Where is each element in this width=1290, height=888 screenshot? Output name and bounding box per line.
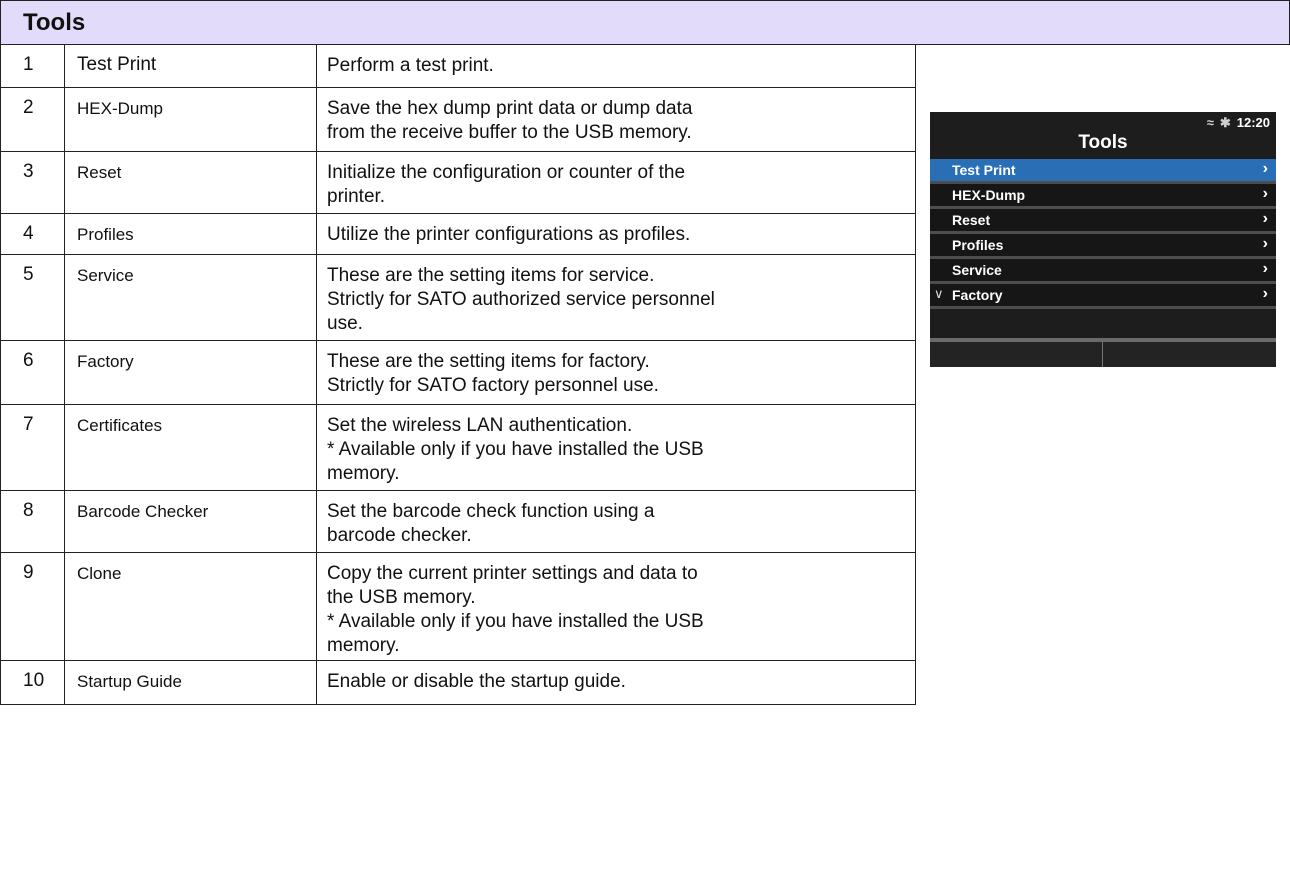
description-line: use. [327,313,363,334]
description-line: the USB memory. [327,587,476,608]
menu-item-hex-dump[interactable]: HEX-Dump › [930,184,1276,209]
row-name: Reset [64,151,317,214]
menu-item-label: Profiles [952,237,1004,253]
description-line: Enable or disable the startup guide. [327,671,626,692]
row-description: Utilize the printer configurations as pr… [316,213,916,255]
description-line: These are the setting items for factory. [327,351,650,372]
row-name: Test Print [64,44,317,88]
row-name: Clone [64,552,317,661]
table-row: 9 Clone Copy the current printer settings … [0,552,916,661]
status-bar: ≈ ✱ 12:20 [1207,115,1270,131]
row-number: 6 [0,340,65,405]
chevron-right-icon: › [1262,235,1268,252]
row-number: 3 [0,151,65,214]
menu-item-label: Factory [952,287,1003,303]
row-number: 8 [0,490,65,553]
row-description: Perform a test print. [316,44,916,88]
chevron-right-icon: › [1262,210,1268,227]
row-number: 9 [0,552,65,661]
description-line: * Available only if you have installed t… [327,611,704,632]
row-description: Set the barcode check function using a ba… [316,490,916,553]
description-line: memory. [327,463,400,484]
menu-item-label: Test Print [952,162,1016,178]
description-line: Strictly for SATO factory personnel use. [327,375,659,396]
table-row: 6 Factory These are the setting items for … [0,340,916,405]
description-line: memory. [327,635,400,656]
row-number: 5 [0,254,65,341]
description-line: from the receive buffer to the USB memor… [327,122,692,143]
description-line: These are the setting items for service. [327,265,655,286]
menu-item-label: HEX-Dump [952,187,1026,203]
row-description: Set the wireless LAN authentication. * Av… [316,404,916,491]
menu-item-reset[interactable]: Reset › [930,209,1276,234]
table-row: 8 Barcode Checker Set the barcode check fu… [0,490,916,553]
row-description: Initialize the configuration or counter … [316,151,916,214]
description-line: printer. [327,186,386,207]
menu-list: Test Print › HEX-Dump › Reset › Profiles › Servi… [930,159,1276,309]
chevron-right-icon: › [1262,260,1268,277]
table-row: 2 HEX-Dump Save the hex dump print data or… [0,87,916,152]
table-row: 3 Reset Initialize the configuration or co… [0,151,916,214]
row-description: Copy the current printer settings and da… [316,552,916,661]
description-line: * Available only if you have installed t… [327,439,704,460]
table-row: 4 Profiles Utilize the printer configurati… [0,213,916,255]
status-time: 12:20 [1236,115,1270,130]
bluetooth-icon: ✱ [1219,115,1231,130]
printer-screen: ≈ ✱ 12:20 Tools Test Print › HEX-Dump › Reset ›… [930,112,1276,367]
wifi-icon: ≈ [1206,115,1214,130]
row-name: Profiles [64,213,317,255]
chevron-down-icon: ∨ [934,286,944,301]
menu-item-profiles[interactable]: Profiles › [930,234,1276,259]
softkey-divider [1102,342,1103,367]
description-line: Utilize the printer configurations as pr… [327,224,691,245]
menu-item-label: Reset [952,212,991,228]
screen-title: Tools [1078,132,1128,153]
table-row: 5 Service These are the setting items for … [0,254,916,341]
menu-item-factory[interactable]: ∨ Factory › [930,284,1276,309]
row-number: 7 [0,404,65,491]
table-row: 1 Test Print Perform a test print. [0,44,916,88]
section-title: Tools [23,9,86,36]
softkey-bar[interactable] [930,338,1276,367]
row-number: 4 [0,213,65,255]
description-line: Initialize the configuration or counter … [327,162,686,183]
menu-item-service[interactable]: Service › [930,259,1276,284]
description-line: Perform a test print. [327,55,494,76]
row-name: Factory [64,340,317,405]
chevron-right-icon: › [1262,160,1268,177]
table-row: 7 Certificates Set the wireless LAN authen… [0,404,916,491]
description-line: Save the hex dump print data or dump dat… [327,98,693,119]
row-description: Save the hex dump print data or dump dat… [316,87,916,152]
row-description: Enable or disable the startup guide. [316,660,916,705]
row-name: Startup Guide [64,660,317,705]
row-description: These are the setting items for service.… [316,254,916,341]
row-description: These are the setting items for factory.… [316,340,916,405]
description-line: Strictly for SATO authorized service per… [327,289,715,310]
menu-item-test-print[interactable]: Test Print › [930,159,1276,184]
chevron-right-icon: › [1262,285,1268,302]
menu-item-label: Service [952,262,1002,278]
description-line: Set the barcode check function using a [327,501,655,522]
description-line: Set the wireless LAN authentication. [327,415,633,436]
row-name: Barcode Checker [64,490,317,553]
description-line: Copy the current printer settings and da… [327,563,698,584]
row-number: 10 [0,660,65,705]
section-header: Tools [0,0,1290,45]
row-number: 2 [0,87,65,152]
row-name: HEX-Dump [64,87,317,152]
row-name: Certificates [64,404,317,491]
table-row: 10 Startup Guide Enable or disable the sta… [0,660,916,705]
description-line: barcode checker. [327,525,472,546]
tools-table: 1 Test Print Perform a test print. 2 HEX-Dum… [0,44,916,705]
row-number: 1 [0,44,65,88]
row-name: Service [64,254,317,341]
chevron-right-icon: › [1262,185,1268,202]
